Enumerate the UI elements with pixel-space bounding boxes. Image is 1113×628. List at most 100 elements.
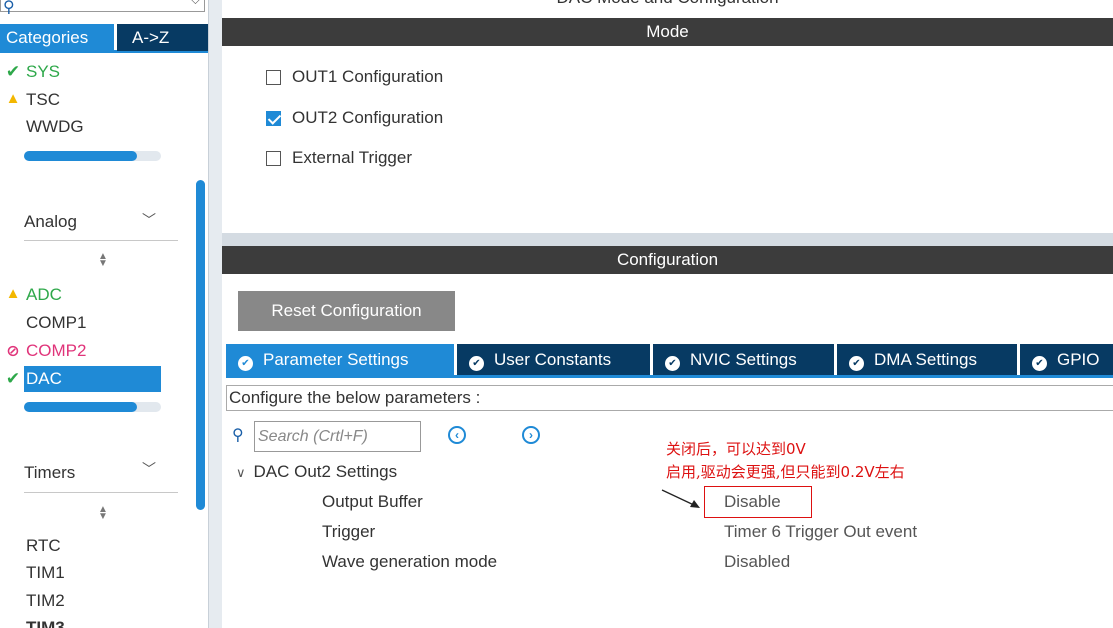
sidebar-item-tim2[interactable]: TIM2 bbox=[26, 591, 65, 611]
param-value-trigger[interactable]: Timer 6 Trigger Out event bbox=[724, 522, 917, 542]
sidebar-item-wwdg[interactable]: WWDG bbox=[26, 117, 84, 137]
sidebar-item-label: COMP1 bbox=[26, 313, 87, 332]
section-timers[interactable]: Timers bbox=[24, 463, 75, 483]
checkbox-label: OUT2 Configuration bbox=[292, 108, 444, 127]
horizontal-scrollbar[interactable] bbox=[24, 402, 161, 412]
sidebar-item-rtc[interactable]: RTC bbox=[26, 536, 61, 556]
sort-icon[interactable]: ▲ ▼ bbox=[98, 505, 108, 522]
sidebar-item-label: COMP2 bbox=[26, 341, 87, 360]
sidebar-item-label: RTC bbox=[26, 536, 61, 555]
sidebar: ⚲ ⌵ Categories A->Z ✔ SYS ▲ TSC WWDG Ana… bbox=[0, 0, 208, 628]
check-circle-icon: ✔ bbox=[1032, 356, 1047, 371]
mode-header: Mode bbox=[222, 18, 1113, 46]
sidebar-item-label: TIM2 bbox=[26, 591, 65, 610]
annotation-value: 0.2V bbox=[840, 463, 875, 481]
tab-label: GPIO bbox=[1057, 350, 1100, 369]
annotation-text: 启用,驱动会更强,但只能到 bbox=[666, 463, 841, 481]
reset-configuration-button[interactable]: Reset Configuration bbox=[238, 291, 455, 331]
tab-parameter-settings[interactable]: ✔ Parameter Settings bbox=[226, 344, 454, 375]
sidebar-item-tim1[interactable]: TIM1 bbox=[26, 563, 65, 583]
section-analog[interactable]: Analog bbox=[24, 212, 77, 232]
param-name-output-buffer[interactable]: Output Buffer bbox=[322, 492, 423, 512]
annotation-line-1: 关闭后，可以达到0V bbox=[666, 438, 806, 459]
tab-user-constants[interactable]: ✔ User Constants bbox=[457, 344, 650, 375]
annotation-text: 左右 bbox=[874, 463, 905, 481]
chevron-down-icon[interactable]: ⌵ bbox=[191, 0, 200, 8]
out1-configuration-checkbox[interactable]: OUT1 Configuration bbox=[266, 66, 443, 88]
checkbox-label: OUT1 Configuration bbox=[292, 67, 444, 86]
param-value-wave-generation-mode[interactable]: Disabled bbox=[724, 552, 790, 572]
annotation-arrow-icon bbox=[661, 489, 700, 508]
blocked-icon: ⊘ bbox=[6, 343, 20, 360]
panel-splitter[interactable] bbox=[208, 0, 222, 628]
tab-label: Parameter Settings bbox=[263, 350, 409, 369]
configuration-tabs: ✔ Parameter Settings ✔ User Constants ✔ NVI… bbox=[226, 344, 1113, 378]
checkbox-label: External Trigger bbox=[292, 148, 412, 167]
checkbox-icon[interactable] bbox=[266, 151, 281, 166]
external-trigger-checkbox[interactable]: External Trigger bbox=[266, 147, 412, 169]
param-name-trigger[interactable]: Trigger bbox=[322, 522, 375, 542]
configuration-header: Configuration bbox=[222, 246, 1113, 274]
checkbox-checked-icon[interactable] bbox=[266, 111, 281, 126]
sidebar-item-label: TIM3 bbox=[26, 618, 65, 628]
search-icon[interactable]: ⚲ bbox=[232, 425, 244, 445]
tab-dma-settings[interactable]: ✔ DMA Settings bbox=[837, 344, 1017, 375]
check-circle-icon: ✔ bbox=[849, 356, 864, 371]
warning-icon: ▲ bbox=[5, 90, 21, 107]
page-title: DAC Mode and Configuration bbox=[222, 0, 1113, 8]
category-tabs: Categories A->Z bbox=[0, 24, 208, 53]
sidebar-item-dac[interactable]: ✔ DAC bbox=[6, 369, 62, 389]
out2-configuration-checkbox[interactable]: OUT2 Configuration bbox=[266, 107, 443, 129]
tab-label: User Constants bbox=[494, 350, 612, 369]
ip-search-box[interactable]: ⚲ ⌵ bbox=[0, 0, 205, 16]
sidebar-item-comp1[interactable]: COMP1 bbox=[26, 313, 86, 333]
warning-icon: ▲ bbox=[5, 285, 21, 302]
check-icon: ✔ bbox=[5, 62, 21, 81]
annotation-line-2: 启用,驱动会更强,但只能到0.2V左右 bbox=[666, 461, 905, 482]
sidebar-item-adc[interactable]: ▲ ADC bbox=[6, 285, 62, 305]
chevron-down-icon[interactable]: ﹀ bbox=[142, 459, 156, 479]
sidebar-item-label: SYS bbox=[26, 62, 61, 81]
tab-gpio-settings[interactable]: ✔ GPIO bbox=[1020, 344, 1113, 375]
parameter-group-dac-out2[interactable]: ∨ DAC Out2 Settings bbox=[236, 462, 397, 482]
check-icon: ✔ bbox=[5, 369, 21, 388]
param-name-wave-generation-mode[interactable]: Wave generation mode bbox=[322, 552, 497, 572]
sidebar-item-tim3[interactable]: TIM3 bbox=[26, 618, 65, 628]
sidebar-item-sys[interactable]: ✔ SYS bbox=[6, 62, 61, 82]
previous-match-icon[interactable]: ‹ bbox=[448, 426, 466, 444]
group-label: DAC Out2 Settings bbox=[253, 462, 398, 481]
chevron-down-icon[interactable]: ﹀ bbox=[142, 210, 156, 230]
checkbox-icon[interactable] bbox=[266, 70, 281, 85]
sidebar-item-comp2[interactable]: ⊘ COMP2 bbox=[6, 341, 87, 361]
sidebar-item-label: ADC bbox=[26, 285, 62, 304]
search-input[interactable] bbox=[254, 421, 421, 452]
scrollbar-thumb[interactable] bbox=[24, 151, 137, 161]
tab-label: DMA Settings bbox=[874, 350, 977, 369]
search-icon[interactable]: ⚲ bbox=[3, 0, 15, 17]
scrollbar-thumb[interactable] bbox=[24, 402, 137, 412]
sort-icon[interactable]: ▲ ▼ bbox=[98, 252, 108, 269]
chevron-down-icon[interactable]: ∨ bbox=[236, 465, 246, 480]
tab-a-z[interactable]: A->Z bbox=[117, 24, 208, 51]
sidebar-item-label: TIM1 bbox=[26, 563, 65, 582]
next-match-icon[interactable]: › bbox=[522, 426, 540, 444]
check-circle-icon: ✔ bbox=[469, 356, 484, 371]
annotation-value: 0V bbox=[786, 440, 806, 458]
annotation-text: 关闭后，可以达到 bbox=[666, 440, 787, 458]
sidebar-item-label: TSC bbox=[26, 90, 60, 109]
annotation-highlight-box bbox=[704, 486, 812, 518]
sidebar-item-label: DAC bbox=[26, 369, 62, 388]
horizontal-scrollbar[interactable] bbox=[24, 151, 161, 161]
main-panel: DAC Mode and Configuration Mode OUT1 Con… bbox=[222, 0, 1113, 628]
tab-nvic-settings[interactable]: ✔ NVIC Settings bbox=[653, 344, 834, 375]
panel-divider[interactable] bbox=[222, 233, 1113, 246]
divider bbox=[24, 240, 178, 241]
vertical-scrollbar[interactable] bbox=[196, 180, 205, 510]
tab-label: NVIC Settings bbox=[690, 350, 797, 369]
check-circle-icon: ✔ bbox=[665, 356, 680, 371]
sidebar-item-tsc[interactable]: ▲ TSC bbox=[6, 90, 60, 110]
sidebar-item-label: WWDG bbox=[26, 117, 84, 136]
configure-instructions: Configure the below parameters : bbox=[226, 385, 1113, 411]
divider bbox=[24, 492, 178, 493]
tab-categories[interactable]: Categories bbox=[0, 24, 114, 51]
